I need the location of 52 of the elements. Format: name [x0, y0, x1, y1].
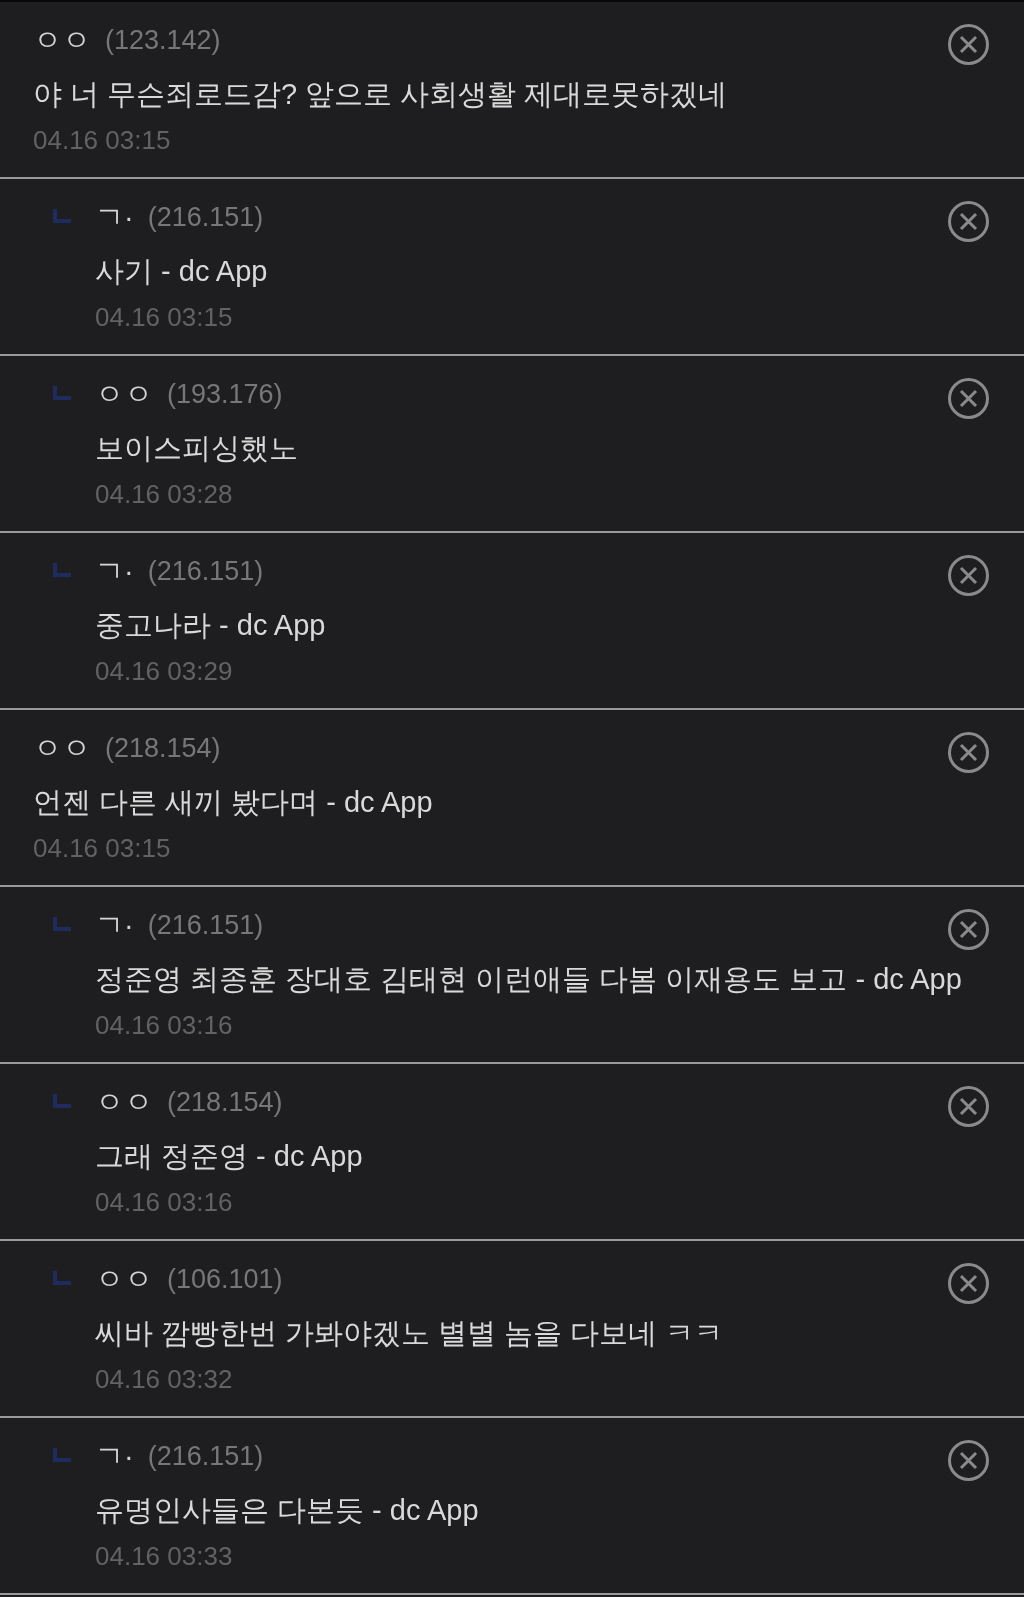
reply-corner-icon [53, 1448, 71, 1462]
nickname: ㅇㅇ [95, 1085, 153, 1120]
ip-address: (216.151) [147, 201, 264, 234]
comment-text: 씨바 깜빵한번 가봐야겠노 별별 놈을 다보네 ㅋㅋ [95, 1316, 724, 1351]
reply-corner-icon [53, 209, 71, 223]
comment-date: 04.16 03:16 [95, 1186, 233, 1219]
reply-corner-icon [53, 917, 71, 931]
comment-date: 04.16 03:32 [95, 1363, 233, 1396]
close-icon[interactable] [948, 908, 989, 950]
comment-text: 야 너 무슨죄로드감? 앞으로 사회생활 제대로못하겠네 [33, 77, 728, 112]
nickname: ㅇㅇ [95, 377, 153, 412]
comment-date: 04.16 03:33 [95, 1540, 233, 1573]
close-icon[interactable] [948, 377, 989, 419]
comment-text: 보이스피싱했노 [95, 431, 298, 466]
comment-date: 04.16 03:29 [95, 655, 233, 688]
nickname: ㄱ· [95, 554, 134, 589]
close-icon[interactable] [948, 1085, 989, 1127]
close-icon[interactable] [948, 731, 989, 773]
ip-address: (106.101) [167, 1263, 283, 1296]
ip-address: (193.176) [167, 378, 283, 411]
comment-date: 04.16 03:15 [33, 832, 171, 865]
nickname: ㄱ· [95, 1439, 134, 1474]
comment-date: 04.16 03:15 [95, 301, 233, 334]
comment-text: 사기 - dc App [95, 254, 268, 289]
comment-text: 그래 정준영 - dc App [95, 1139, 363, 1174]
ip-address: (216.151) [147, 1440, 264, 1473]
reply-corner-icon [53, 1094, 71, 1108]
nickname: ㄱ· [95, 200, 134, 235]
close-icon[interactable] [948, 200, 989, 242]
reply-corner-icon [53, 563, 71, 577]
comment-date: 04.16 03:15 [33, 124, 171, 157]
nickname: ㅇㅇ [95, 1262, 153, 1297]
ip-address: (216.151) [147, 909, 264, 942]
close-icon[interactable] [948, 554, 989, 596]
ip-address: (218.154) [167, 1086, 283, 1119]
close-icon[interactable] [948, 1262, 989, 1304]
close-icon[interactable] [948, 1439, 989, 1481]
ip-address: (218.154) [105, 732, 221, 765]
comment-text: 정준영 최종훈 장대호 김태현 이런애들 다봄 이재용도 보고 - dc App [95, 962, 962, 997]
reply-corner-icon [53, 1271, 71, 1285]
comment-date: 04.16 03:16 [95, 1009, 233, 1042]
comment-date: 04.16 03:28 [95, 478, 233, 511]
comment-text: 언젠 다른 새끼 봤다며 - dc App [33, 785, 433, 820]
nickname: ㅇㅇ [33, 731, 91, 766]
reply-corner-icon [53, 386, 71, 400]
ip-address: (216.151) [147, 555, 264, 588]
comment-text: 유명인사들은 다본듯 - dc App [95, 1493, 479, 1528]
nickname: ㅇㅇ [33, 23, 91, 58]
close-icon[interactable] [948, 23, 989, 65]
ip-address: (123.142) [105, 24, 221, 57]
nickname: ㄱ· [95, 908, 134, 943]
comment-text: 중고나라 - dc App [95, 608, 326, 643]
